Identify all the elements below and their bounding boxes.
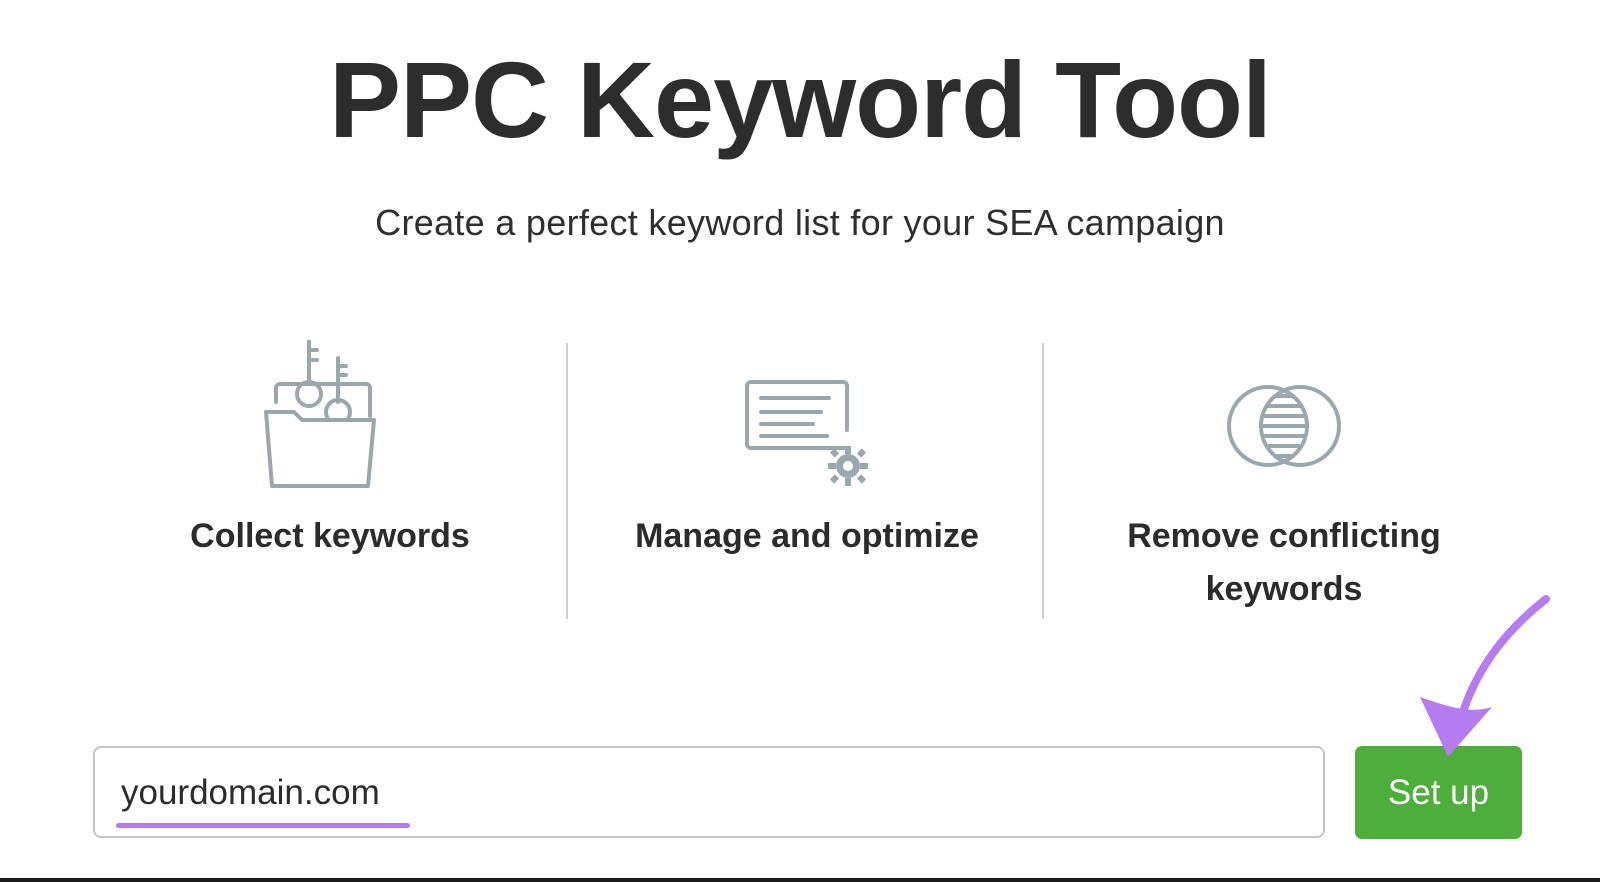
document-gear-icon: [745, 380, 868, 486]
domain-input[interactable]: [121, 766, 1271, 820]
feature-label: Manage and optimize: [635, 517, 979, 555]
annotation-underline: [116, 823, 410, 828]
feature-remove-conflicting: Remove conflicting keywords: [1074, 340, 1494, 620]
bottom-border: [0, 878, 1600, 882]
feature-label: Collect keywords: [190, 517, 470, 555]
annotation-arrow-icon: [1420, 595, 1550, 757]
page-subtitle: Create a perfect keyword list for your S…: [375, 202, 1225, 243]
divider: [566, 343, 568, 619]
feature-manage-optimize: Manage and optimize: [597, 340, 1017, 620]
divider: [1042, 343, 1044, 619]
feature-collect-keywords: Collect keywords: [120, 340, 540, 620]
folder-keys-icon: [264, 340, 376, 488]
venn-overlap-icon: [1227, 385, 1341, 467]
page-title: PPC Keyword Tool: [328, 39, 1272, 160]
